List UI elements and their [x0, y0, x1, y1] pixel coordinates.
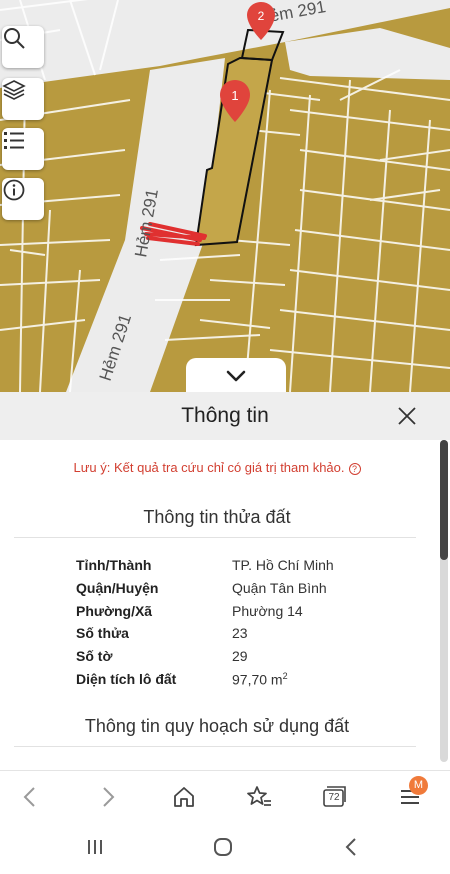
info-label: Diện tích lô đất [76, 671, 177, 687]
info-label: Số tờ [76, 648, 113, 664]
map-info-button[interactable] [2, 178, 44, 220]
panel-title: Thông tin [181, 404, 269, 427]
info-value: 23 [232, 625, 248, 641]
browser-toolbar: 72 [0, 770, 450, 822]
search-icon [4, 28, 25, 49]
section-title-parcel: Thông tin thửa đất [143, 507, 291, 527]
home-nav-button[interactable] [208, 834, 238, 860]
profile-badge[interactable]: M [409, 776, 428, 795]
system-navigation-bar [0, 822, 450, 874]
divider [14, 746, 416, 747]
info-label: Số thửa [76, 625, 129, 641]
info-label: Phường/Xã [76, 603, 153, 619]
info-value: TP. Hồ Chí Minh [232, 557, 334, 573]
disclaimer-text: Lưu ý: Kết quả tra cứu chỉ có giá trị th… [73, 460, 345, 475]
map-canvas: Hẻm 291 Hẻm 291 Hẻm 291 1 2 [0, 0, 450, 392]
forward-button[interactable] [92, 781, 124, 813]
home-button[interactable] [168, 781, 200, 813]
panel-body[interactable]: Lưu ý: Kết quả tra cứu chỉ có giá trị th… [0, 440, 450, 770]
info-value: Quận Tân Bình [232, 580, 327, 596]
home-circle-icon [214, 838, 232, 856]
bookmarks-button[interactable] [243, 781, 275, 813]
map-list-button[interactable] [2, 128, 44, 170]
help-icon[interactable]: ? [348, 463, 361, 475]
chevron-down-icon [226, 370, 246, 382]
layers-icon [2, 80, 26, 100]
tab-count: 72 [328, 792, 340, 803]
back-arrow-icon [345, 838, 356, 856]
back-nav-button[interactable] [336, 834, 366, 860]
chevron-left-icon [23, 787, 35, 807]
section-title-planning: Thông tin quy hoạch sử dụng đất [84, 716, 350, 736]
disclaimer-note: Lưu ý: Kết quả tra cứu chỉ có giá trị th… [0, 460, 434, 475]
info-value: 29 [232, 648, 248, 664]
star-list-icon [247, 786, 271, 806]
info-icon [3, 179, 25, 201]
list-icon [4, 132, 24, 149]
info-value-area: 97,70 m2 [232, 671, 288, 688]
info-label: Quận/Huyện [76, 580, 159, 596]
map-layers-button[interactable] [2, 78, 44, 120]
area-unit-exponent: 2 [282, 671, 288, 681]
recent-apps-icon [88, 840, 102, 854]
divider [14, 537, 416, 538]
chevron-right-icon [103, 787, 115, 807]
map-search-button[interactable] [2, 26, 44, 68]
panel-scrollbar[interactable] [440, 440, 448, 762]
back-button[interactable] [14, 781, 46, 813]
marker-2-label: 2 [258, 9, 265, 23]
scrollbar-thumb[interactable] [440, 440, 448, 560]
map-view[interactable]: Hẻm 291 Hẻm 291 Hẻm 291 1 2 [0, 0, 450, 392]
panel-header: Thông tin [0, 392, 450, 440]
collapse-panel-button[interactable] [186, 358, 286, 392]
tabs-button[interactable]: 72 [318, 781, 350, 813]
info-value: Phường 14 [232, 603, 303, 619]
area-value: 97,70 m [232, 671, 283, 688]
home-icon [174, 787, 194, 807]
close-icon [398, 407, 416, 425]
close-button[interactable] [394, 403, 420, 429]
marker-1-label: 1 [231, 88, 238, 103]
recent-apps-button[interactable] [80, 834, 110, 860]
info-label: Tỉnh/Thành [76, 557, 152, 573]
